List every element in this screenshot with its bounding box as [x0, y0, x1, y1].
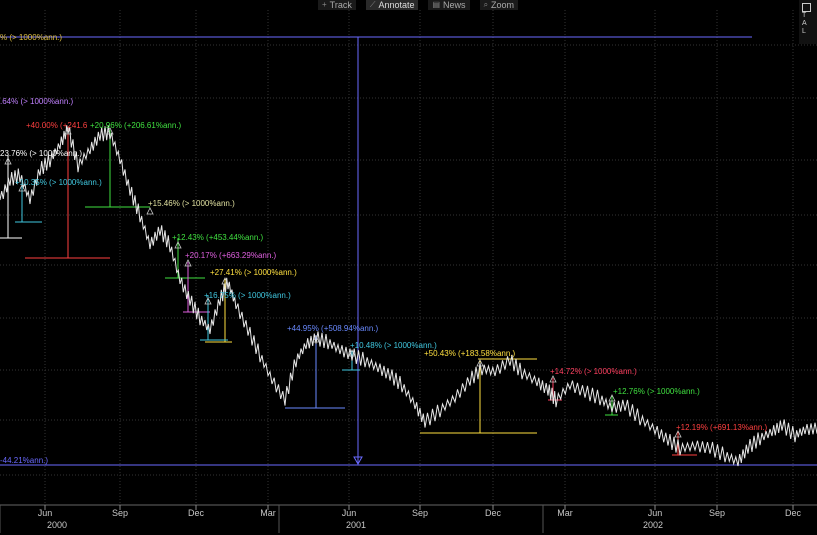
x-tick-label: Jun [38, 508, 53, 518]
x-tick-label: Dec [188, 508, 205, 518]
annotation-label: +44.95% (+508.94%ann.) [287, 324, 379, 333]
hline-label: % (> 1000%ann.) [0, 33, 62, 42]
year-label: 2000 [47, 520, 67, 530]
marker-icon [146, 207, 154, 215]
annotation-label: +40.00% (+241.6 [26, 121, 88, 130]
x-tick-label: Jun [648, 508, 663, 518]
annotation-label: +10.35% (> 1000%ann.) [15, 178, 102, 187]
annotation-label: +12.19% (+691.13%ann.) [676, 423, 768, 432]
x-tick-label: Sep [112, 508, 128, 518]
x-tick-label: Jun [342, 508, 357, 518]
x-axis: Jun Sep Dec Mar Jun Sep Dec Mar Jun Sep Dec 2000 200… [0, 504, 817, 533]
x-tick-label: Sep [709, 508, 725, 518]
annotation-label: +15.46% (> 1000%ann.) [148, 199, 235, 208]
x-tick-label: Dec [485, 508, 502, 518]
hline-label: -44.21%ann.) [0, 456, 48, 465]
annotation-label: +20.17% (+663.29%ann.) [185, 251, 277, 260]
price-line [0, 125, 817, 467]
annotation-label: +27.41% (> 1000%ann.) [210, 268, 297, 277]
annotation-label: .64% (> 1000%ann.) [0, 97, 73, 106]
x-tick-label: Mar [557, 508, 573, 518]
annotation-label: +14.72% (> 1000%ann.) [550, 367, 637, 376]
annotation-label: +50.43% (+183.58%ann.) [424, 349, 516, 358]
annotation-label: +12.76% (> 1000%ann.) [613, 387, 700, 396]
year-label: 2001 [346, 520, 366, 530]
price-series [0, 125, 817, 467]
x-tick-label: Dec [785, 508, 802, 518]
annotation-label: +12.43% (+453.44%ann.) [172, 233, 264, 242]
annotation-brackets [0, 128, 697, 456]
annotation-labels: .64% (> 1000%ann.) +40.00% (+241.6 +20.96%… [0, 97, 768, 438]
price-chart[interactable]: % (> 1000%ann.) -44.21%ann.) .64% (> 1000… [0, 0, 817, 535]
annotation-label: +16.75% (> 1000%ann.) [204, 291, 291, 300]
x-tick-label: Sep [412, 508, 428, 518]
annotation-label: 23.76% (> 1000%ann.) [0, 149, 82, 158]
annotation-label: +20.96% (+206.61%ann.) [90, 121, 182, 130]
year-label: 2002 [643, 520, 663, 530]
x-tick-label: Mar [260, 508, 276, 518]
